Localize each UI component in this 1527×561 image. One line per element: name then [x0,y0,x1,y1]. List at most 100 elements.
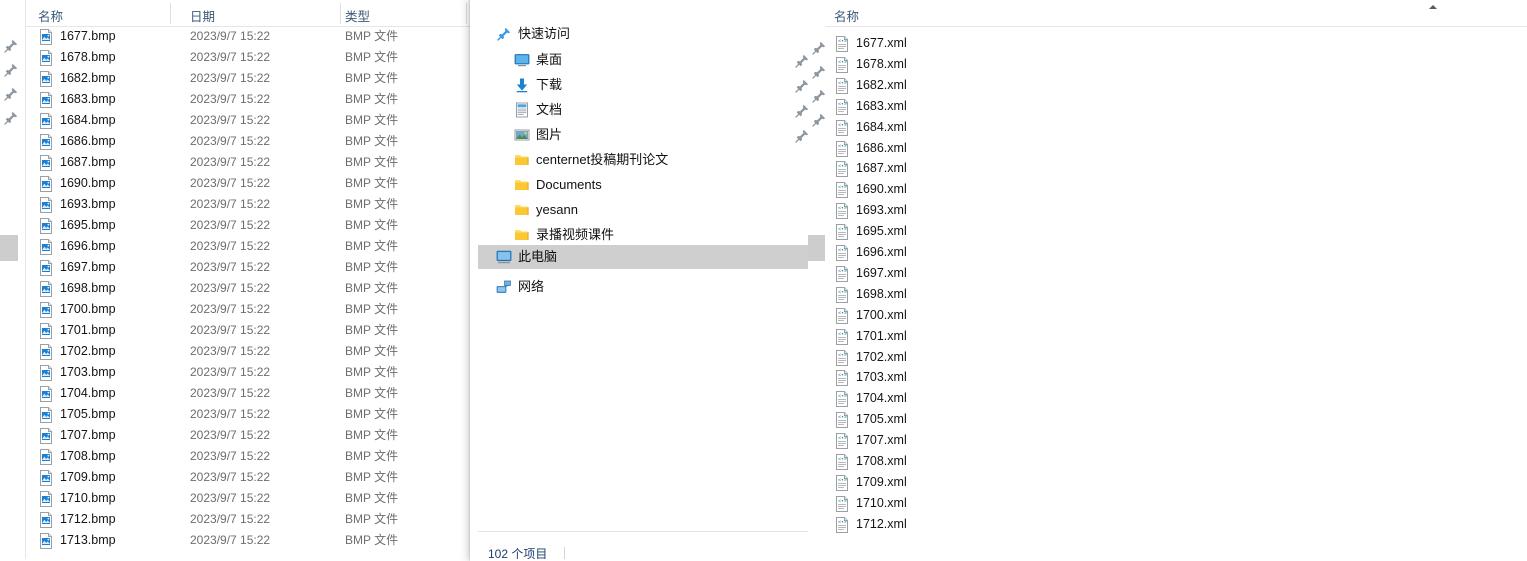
table-row[interactable]: 1682.bmp 2023/9/7 15:22 BMP 文件 [0,68,478,89]
table-row[interactable]: <•>1693.xml2023/9/7 11:56XML 文档3 KB [825,200,1527,221]
table-row[interactable]: <•>1704.xml2023/9/7 13:37XML 文档4 KB [825,388,1527,409]
nav-item-2[interactable]: 下载 [478,73,816,97]
nav-item-7[interactable]: yesann [478,198,816,222]
table-row[interactable]: <•>1703.xml2023/9/7 13:36XML 文档3 KB [825,367,1527,388]
table-row[interactable]: <•>1701.xml2023/9/7 13:34XML 文档1 KB [825,326,1527,347]
pin-icon[interactable] [794,128,809,143]
table-row[interactable]: 1703.bmp 2023/9/7 15:22 BMP 文件 [0,362,478,383]
table-row[interactable]: <•>1683.xml2023/9/7 11:51XML 文档5 KB [825,96,1527,117]
svg-text:<•>: <•> [838,352,847,358]
file-name: 1700.xml [856,307,907,322]
table-row[interactable]: 1710.bmp 2023/9/7 15:22 BMP 文件 [0,488,478,509]
file-type: BMP 文件 [345,344,399,358]
table-row[interactable]: 1696.bmp 2023/9/7 15:22 BMP 文件 [0,236,478,257]
pictures-icon [514,127,530,143]
table-row[interactable]: 1697.bmp 2023/9/7 15:22 BMP 文件 [0,257,478,278]
file-name: 1682.bmp [60,71,116,85]
file-type: BMP 文件 [345,323,399,337]
xml-file-icon: <•> [834,412,850,429]
table-row[interactable]: 1702.bmp 2023/9/7 15:22 BMP 文件 [0,341,478,362]
table-row[interactable]: 1698.bmp 2023/9/7 15:22 BMP 文件 [0,278,478,299]
table-row[interactable]: 1687.bmp 2023/9/7 15:22 BMP 文件 [0,152,478,173]
table-row[interactable]: 1707.bmp 2023/9/7 15:22 BMP 文件 [0,425,478,446]
table-row[interactable]: 1704.bmp 2023/9/7 15:22 BMP 文件 [0,383,478,404]
table-row[interactable]: <•>1696.xml2023/9/7 11:59XML 文档6 KB [825,242,1527,263]
header-underline [825,26,1527,27]
table-row[interactable]: <•>1684.xml2023/9/7 11:54XML 文档4 KB [825,117,1527,138]
table-row[interactable]: <•>1705.xml2023/9/7 13:38XML 文档5 KB [825,409,1527,430]
file-date: 2023/9/7 15:22 [190,281,271,295]
table-row[interactable]: <•>1698.xml2023/9/7 11:59XML 文档1 KB [825,284,1527,305]
folder-icon [514,152,530,168]
column-separator[interactable] [340,3,341,24]
table-row[interactable]: <•>1687.xml2023/9/7 11:54XML 文档1 KB [825,158,1527,179]
xml-file-icon: <•> [834,161,850,178]
file-date: 2023/9/7 15:22 [190,134,271,148]
table-row[interactable]: 1705.bmp 2023/9/7 15:22 BMP 文件 [0,404,478,425]
bmp-file-icon [38,449,54,465]
table-row[interactable]: <•>1702.xml2023/9/7 13:35XML 文档1 KB [825,347,1527,368]
column-header-type[interactable]: 类型 [345,6,370,25]
nav-item-9[interactable]: 此电脑 [478,245,816,269]
table-row[interactable]: <•>1700.xml2023/9/7 13:34XML 文档2 KB [825,305,1527,326]
table-row[interactable]: <•>1707.xml2023/9/7 13:39XML 文档1 KB [825,430,1527,451]
table-row[interactable]: 1678.bmp 2023/9/7 15:22 BMP 文件 [0,47,478,68]
table-row[interactable]: <•>1708.xml2023/9/7 13:39XML 文档2 KB [825,451,1527,472]
column-header-name[interactable]: 名称 [38,6,63,25]
table-row[interactable]: 1713.bmp 2023/9/7 15:22 BMP 文件 [0,530,478,551]
nav-item-10[interactable]: 网络 [478,275,816,299]
column-header-name[interactable]: 名称 [834,6,859,25]
table-row[interactable]: 1693.bmp 2023/9/7 15:22 BMP 文件 [0,194,478,215]
quick-access-icon [496,26,512,42]
file-name: 1710.bmp [60,491,116,505]
table-row[interactable]: <•>1712.xml2023/9/7 13:56XML 文档3 KB [825,514,1527,535]
table-row[interactable]: 1709.bmp 2023/9/7 15:22 BMP 文件 [0,467,478,488]
table-row[interactable]: 1701.bmp 2023/9/7 15:22 BMP 文件 [0,320,478,341]
column-separator[interactable] [466,3,467,24]
nav-item-0[interactable]: 快速访问 [478,22,816,46]
right-column-header: 名称 修改日期 类型 大小 [825,0,1527,27]
table-row[interactable]: <•>1709.xml2023/9/7 13:41XML 文档5 KB [825,472,1527,493]
table-row[interactable]: 1695.bmp 2023/9/7 15:22 BMP 文件 [0,215,478,236]
nav-item-label: 录播视频课件 [536,227,615,242]
table-row[interactable]: <•>1710.xml2023/9/7 13:55XML 文档3 KB [825,493,1527,514]
pin-icon[interactable] [794,78,809,93]
table-row[interactable]: <•>1677.xml2023/9/7 11:45XML 文档2 KB [825,33,1527,54]
table-row[interactable]: <•>1682.xml2023/9/7 11:49XML 文档1 KB [825,75,1527,96]
table-row[interactable]: <•>1695.xml2023/9/7 11:57XML 文档5 KB [825,221,1527,242]
nav-item-1[interactable]: 桌面 [478,48,816,72]
file-date: 2023/9/7 15:22 [190,176,271,190]
nav-item-6[interactable]: Documents [478,173,816,197]
nav-item-5[interactable]: centernet投稿期刊论文 [478,148,816,172]
bmp-file-icon [38,470,54,486]
table-row[interactable]: <•>1690.xml2023/9/7 11:54XML 文档1 KB [825,179,1527,200]
file-date: 2023/9/7 15:22 [190,71,271,85]
pin-icon[interactable] [794,53,809,68]
bmp-file-icon [38,50,54,66]
svg-text:<•>: <•> [838,331,847,337]
file-type: BMP 文件 [345,155,399,169]
table-row[interactable]: 1700.bmp 2023/9/7 15:22 BMP 文件 [0,299,478,320]
bmp-file-icon [38,302,54,318]
nav-item-3[interactable]: 文档 [478,98,816,122]
table-row[interactable]: 1683.bmp 2023/9/7 15:22 BMP 文件 [0,89,478,110]
nav-item-4[interactable]: 图片 [478,123,816,147]
table-row[interactable]: <•>1678.xml2023/9/7 11:47XML 文档3 KB [825,54,1527,75]
table-row[interactable]: 1686.bmp 2023/9/7 15:22 BMP 文件 [0,131,478,152]
table-row[interactable]: 1684.bmp 2023/9/7 15:22 BMP 文件 [0,110,478,131]
xml-file-icon: <•> [834,245,850,261]
table-row[interactable]: <•>1697.xml2023/9/7 11:59XML 文档1 KB [825,263,1527,284]
table-row[interactable]: 1677.bmp 2023/9/7 15:22 BMP 文件 [0,26,478,47]
table-row[interactable]: 1712.bmp 2023/9/7 15:22 BMP 文件 [0,509,478,530]
pin-icon[interactable] [794,103,809,118]
column-separator[interactable] [170,3,171,24]
table-row[interactable]: 1708.bmp 2023/9/7 15:22 BMP 文件 [0,446,478,467]
file-name: 1698.bmp [60,281,116,295]
scrollbar-thumb[interactable] [808,235,826,261]
table-row[interactable]: 1690.bmp 2023/9/7 15:22 BMP 文件 [0,173,478,194]
column-header-date[interactable]: 日期 [190,6,215,25]
downloads-icon [514,77,530,93]
file-type: BMP 文件 [345,491,399,505]
table-row[interactable]: <•>1686.xml2023/9/7 11:54XML 文档1 KB [825,138,1527,159]
nav-item-8[interactable]: 录播视频课件 [478,223,816,247]
